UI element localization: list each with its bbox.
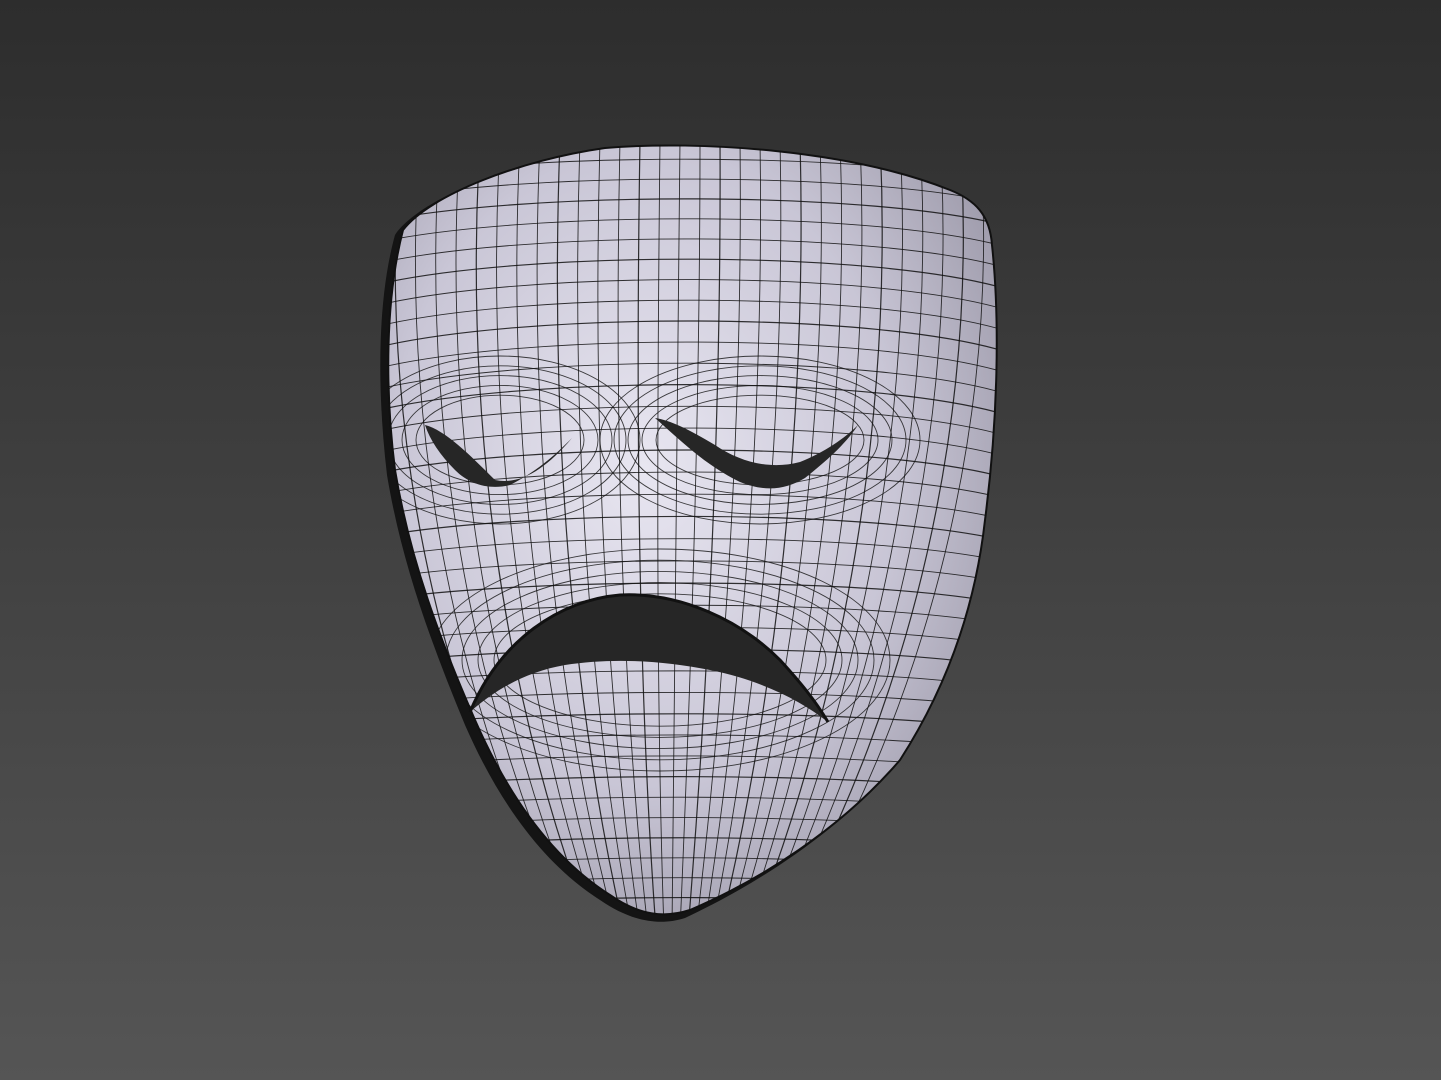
3d-viewport[interactable] [0, 0, 1441, 1080]
viewport-canvas [0, 0, 1441, 1080]
